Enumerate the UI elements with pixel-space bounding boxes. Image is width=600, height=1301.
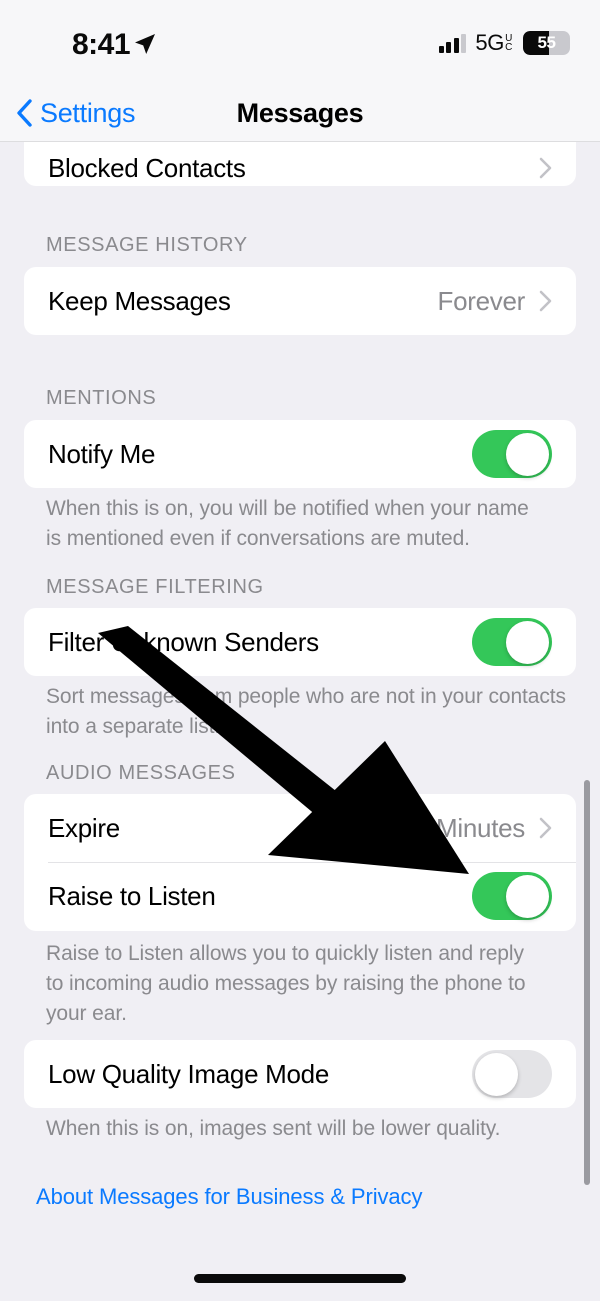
row-keep-messages-label: Keep Messages	[48, 285, 231, 316]
battery-icon: 55	[523, 31, 570, 55]
row-low-quality-image-mode[interactable]: Low Quality Image Mode	[24, 1040, 576, 1108]
group-header-mentions: MENTIONS	[46, 387, 157, 409]
group-header-message-history: MESSAGE HISTORY	[46, 234, 248, 256]
group-header-message-filtering: MESSAGE FILTERING	[46, 576, 264, 598]
status-bar: 8:41 5G U C 55	[0, 0, 600, 84]
status-bar-indicators: 5G U C 55	[438, 30, 570, 56]
row-raise-to-listen[interactable]: Raise to Listen	[24, 862, 576, 930]
about-messages-business-privacy-link[interactable]: About Messages for Business & Privacy	[36, 1184, 422, 1210]
cellular-bars-icon	[438, 33, 467, 53]
home-indicator	[194, 1274, 406, 1283]
row-expire[interactable]: Expire Minutes	[24, 794, 576, 862]
footnote-mentions: When this is on, you will be notified wh…	[46, 497, 529, 550]
low-quality-image-mode-toggle[interactable]	[472, 1050, 552, 1098]
row-notify-me[interactable]: Notify Me	[24, 420, 576, 488]
row-blocked-contacts-label: Blocked Contacts	[48, 152, 246, 183]
battery-percent-label: 55	[537, 33, 556, 52]
row-raise-to-listen-label: Raise to Listen	[48, 880, 216, 911]
row-filter-unknown-senders[interactable]: Filter Unknown Senders	[24, 608, 576, 676]
audio-messages-card: Expire Minutes Raise to Listen	[24, 794, 576, 931]
settings-scroll-area[interactable]: Blocked Contacts MESSAGE HISTORY Keep Me…	[0, 88, 600, 1301]
footnote-raise-to-listen: Raise to Listen allows you to quickly li…	[46, 942, 526, 1025]
chevron-right-icon	[539, 290, 552, 312]
row-low-quality-image-mode-label: Low Quality Image Mode	[48, 1058, 329, 1089]
status-bar-time: 8:41	[72, 28, 131, 61]
row-expire-label: Expire	[48, 812, 120, 843]
chevron-right-icon	[539, 157, 552, 179]
notify-me-card: Notify Me	[24, 420, 576, 488]
footnote-low-quality: When this is on, images sent will be low…	[46, 1117, 501, 1140]
footnote-message-filtering: Sort messages from people who are not in…	[46, 685, 566, 738]
location-arrow-icon	[135, 34, 155, 54]
low-quality-image-mode-card: Low Quality Image Mode	[24, 1040, 576, 1108]
notify-me-toggle[interactable]	[472, 430, 552, 478]
row-keep-messages-value: Forever	[437, 285, 526, 316]
filter-unknown-senders-card: Filter Unknown Senders	[24, 608, 576, 676]
network-sub-bottom: C	[505, 42, 512, 53]
group-header-audio-messages: AUDIO MESSAGES	[46, 762, 236, 784]
vertical-scrollbar[interactable]	[584, 780, 590, 1185]
raise-to-listen-toggle[interactable]	[472, 872, 552, 920]
iphone-screen: 8:41 5G U C 55 Settings Messages Blocked…	[0, 0, 600, 1301]
row-keep-messages[interactable]: Keep Messages Forever	[24, 267, 576, 335]
filter-unknown-senders-toggle[interactable]	[472, 618, 552, 666]
network-type-label: 5G U C	[475, 30, 512, 55]
row-expire-value: Minutes	[436, 812, 525, 843]
keep-messages-card: Keep Messages Forever	[24, 267, 576, 335]
page-title: Messages	[236, 97, 364, 128]
navigation-bar: Settings Messages	[0, 84, 600, 142]
chevron-right-icon	[539, 817, 552, 839]
row-filter-unknown-senders-label: Filter Unknown Senders	[48, 626, 319, 657]
row-notify-me-label: Notify Me	[48, 438, 156, 469]
